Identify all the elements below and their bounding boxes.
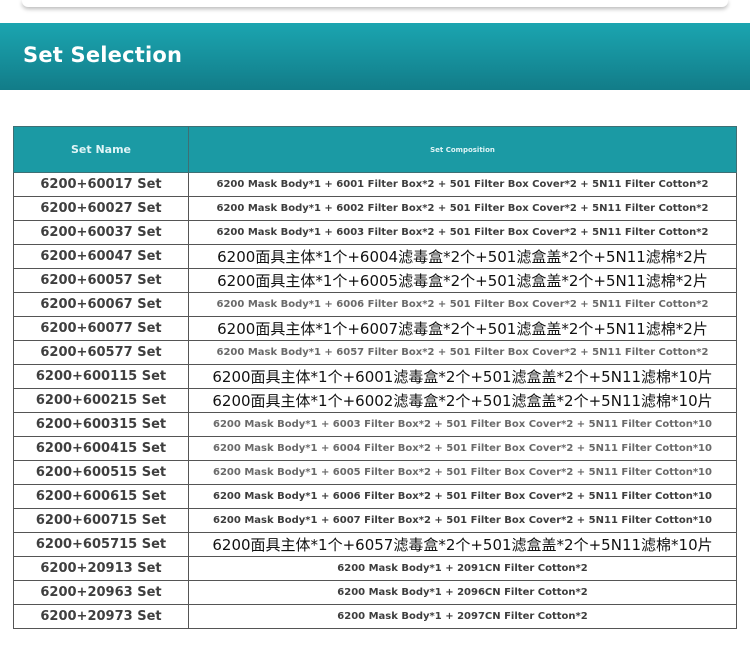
set-name-cell: 6200+60077 Set [13,316,189,341]
set-name-cell: 6200+600315 Set [13,412,189,437]
set-composition-cell: 6200 Mask Body*1 + 6057 Filter Box*2 + 5… [188,340,737,365]
set-composition-cell: 6200面具主体*1个+6007滤毒盒*2个+501滤盒盖*2个+5N11滤棉*… [188,316,737,341]
table-row: 6200+20973 Set 6200 Mask Body*1 + 2097CN … [13,604,737,629]
set-table-container: Set Name Set Composition 6200+60017 Set 6… [13,126,737,629]
section-title: Set Selection [23,43,183,67]
set-name-cell: 6200+600415 Set [13,436,189,461]
set-name-cell: 6200+600515 Set [13,460,189,485]
set-composition-cell: 6200 Mask Body*1 + 6006 Filter Box*2 + 5… [188,292,737,317]
set-composition-cell: 6200 Mask Body*1 + 6002 Filter Box*2 + 5… [188,196,737,221]
set-name-cell: 6200+600115 Set [13,364,189,389]
table-row: 6200+600115 Set 6200面具主体*1个+6001滤毒盒*2个+50… [13,364,737,389]
table-row: 6200+600415 Set 6200 Mask Body*1 + 6004 F… [13,436,737,461]
set-composition-cell: 6200 Mask Body*1 + 2097CN Filter Cotton*… [188,604,737,629]
set-composition-cell: 6200 Mask Body*1 + 6004 Filter Box*2 + 5… [188,436,737,461]
table-row: 6200+60047 Set 6200面具主体*1个+6004滤毒盒*2个+501… [13,244,737,269]
table-row: 6200+60037 Set 6200 Mask Body*1 + 6003 Fi… [13,220,737,245]
set-composition-cell: 6200 Mask Body*1 + 6003 Filter Box*2 + 5… [188,220,737,245]
set-composition-cell: 6200 Mask Body*1 + 6005 Filter Box*2 + 5… [188,460,737,485]
table-row: 6200+600515 Set 6200 Mask Body*1 + 6005 F… [13,460,737,485]
set-composition-cell: 6200面具主体*1个+6001滤毒盒*2个+501滤盒盖*2个+5N11滤棉*… [188,364,737,389]
table-row: 6200+60067 Set 6200 Mask Body*1 + 6006 Fi… [13,292,737,317]
table-row: 6200+600315 Set 6200 Mask Body*1 + 6003 F… [13,412,737,437]
set-name-cell: 6200+605715 Set [13,532,189,557]
set-name-cell: 6200+60027 Set [13,196,189,221]
set-name-cell: 6200+60057 Set [13,268,189,293]
set-name-cell: 6200+20963 Set [13,580,189,605]
set-name-cell: 6200+600615 Set [13,484,189,509]
set-name-cell: 6200+60577 Set [13,340,189,365]
table-row: 6200+60577 Set 6200 Mask Body*1 + 6057 Fi… [13,340,737,365]
set-composition-cell: 6200 Mask Body*1 + 6006 Filter Box*2 + 5… [188,484,737,509]
set-composition-cell: 6200 Mask Body*1 + 2096CN Filter Cotton*… [188,580,737,605]
table-row: 6200+60077 Set 6200面具主体*1个+6007滤毒盒*2个+501… [13,316,737,341]
set-composition-cell: 6200面具主体*1个+6004滤毒盒*2个+501滤盒盖*2个+5N11滤棉*… [188,244,737,269]
set-composition-cell: 6200面具主体*1个+6005滤毒盒*2个+501滤盒盖*2个+5N11滤棉*… [188,268,737,293]
set-name-cell: 6200+60047 Set [13,244,189,269]
table-row: 6200+600715 Set 6200 Mask Body*1 + 6007 F… [13,508,737,533]
header-set-name: Set Name [13,126,189,173]
top-card-edge [22,0,728,7]
set-name-cell: 6200+600715 Set [13,508,189,533]
table-row: 6200+20963 Set 6200 Mask Body*1 + 2096CN … [13,580,737,605]
set-composition-cell: 6200 Mask Body*1 + 6007 Filter Box*2 + 5… [188,508,737,533]
set-composition-cell: 6200 Mask Body*1 + 6001 Filter Box*2 + 5… [188,172,737,197]
set-name-cell: 6200+60017 Set [13,172,189,197]
table-row: 6200+600615 Set 6200 Mask Body*1 + 6006 F… [13,484,737,509]
set-composition-cell: 6200 Mask Body*1 + 2091CN Filter Cotton*… [188,556,737,581]
set-name-cell: 6200+20973 Set [13,604,189,629]
table-row: 6200+60017 Set 6200 Mask Body*1 + 6001 Fi… [13,172,737,197]
table-row: 6200+600215 Set 6200面具主体*1个+6002滤毒盒*2个+50… [13,388,737,413]
header-set-composition: Set Composition [188,126,737,173]
set-composition-cell: 6200 Mask Body*1 + 6003 Filter Box*2 + 5… [188,412,737,437]
table-row: 6200+605715 Set 6200面具主体*1个+6057滤毒盒*2个+50… [13,532,737,557]
table-row: 6200+20913 Set 6200 Mask Body*1 + 2091CN … [13,556,737,581]
table-row: 6200+60027 Set 6200 Mask Body*1 + 6002 Fi… [13,196,737,221]
set-name-cell: 6200+60037 Set [13,220,189,245]
set-name-cell: 6200+20913 Set [13,556,189,581]
table-body: 6200+60017 Set 6200 Mask Body*1 + 6001 Fi… [13,172,737,629]
set-table: Set Name Set Composition 6200+60017 Set 6… [13,126,737,629]
table-header-row: Set Name Set Composition [13,126,737,173]
table-row: 6200+60057 Set 6200面具主体*1个+6005滤毒盒*2个+501… [13,268,737,293]
set-composition-cell: 6200面具主体*1个+6002滤毒盒*2个+501滤盒盖*2个+5N11滤棉*… [188,388,737,413]
set-name-cell: 6200+60067 Set [13,292,189,317]
set-composition-cell: 6200面具主体*1个+6057滤毒盒*2个+501滤盒盖*2个+5N11滤棉*… [188,532,737,557]
set-name-cell: 6200+600215 Set [13,388,189,413]
